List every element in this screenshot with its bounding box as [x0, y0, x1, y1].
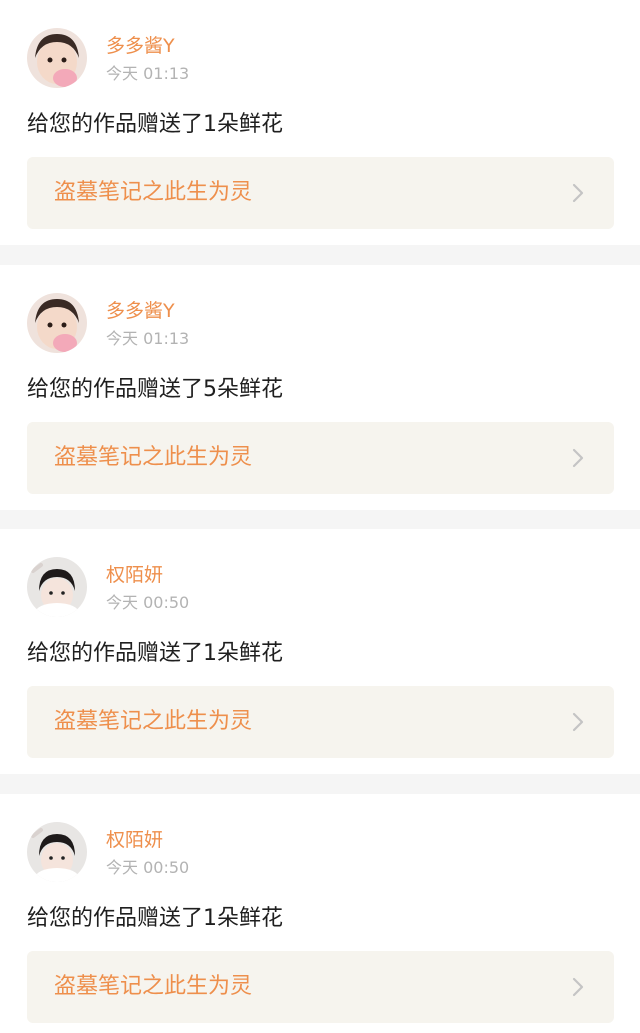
notification-card: 多多酱Y 今天 01:13 给您的作品赠送了5朵鲜花 盗墓笔记之此生为灵 [0, 265, 640, 510]
timestamp: 今天 01:13 [106, 329, 190, 348]
work-title: 盗墓笔记之此生为灵 [54, 180, 253, 205]
timestamp: 今天 01:13 [106, 64, 190, 83]
username[interactable]: 多多酱Y [106, 35, 175, 57]
work-title: 盗墓笔记之此生为灵 [54, 709, 253, 734]
work-title: 盗墓笔记之此生为灵 [54, 445, 253, 470]
avatar[interactable] [27, 557, 87, 617]
chevron-right-icon [568, 712, 588, 732]
notification-feed: 多多酱Y 今天 01:13 给您的作品赠送了1朵鲜花 盗墓笔记之此生为灵 多多酱… [0, 0, 640, 1033]
timestamp: 今天 00:50 [106, 593, 190, 612]
username[interactable]: 权陌妍 [106, 829, 163, 851]
avatar-photo [27, 557, 87, 617]
work-title: 盗墓笔记之此生为灵 [54, 974, 253, 999]
avatar[interactable] [27, 293, 87, 353]
work-link[interactable]: 盗墓笔记之此生为灵 [27, 157, 614, 229]
username[interactable]: 多多酱Y [106, 300, 175, 322]
avatar[interactable] [27, 822, 87, 882]
work-link[interactable]: 盗墓笔记之此生为灵 [27, 422, 614, 494]
gift-message: 给您的作品赠送了1朵鲜花 [27, 112, 283, 137]
chevron-right-icon [568, 977, 588, 997]
notification-card: 权陌妍 今天 00:50 给您的作品赠送了1朵鲜花 盗墓笔记之此生为灵 [0, 794, 640, 1033]
gift-message: 给您的作品赠送了1朵鲜花 [27, 906, 283, 931]
chevron-right-icon [568, 448, 588, 468]
avatar-photo [27, 822, 87, 882]
chevron-right-icon [568, 183, 588, 203]
timestamp: 今天 00:50 [106, 858, 190, 877]
gift-message: 给您的作品赠送了1朵鲜花 [27, 641, 283, 666]
avatar-photo [27, 293, 87, 353]
work-link[interactable]: 盗墓笔记之此生为灵 [27, 686, 614, 758]
gift-message: 给您的作品赠送了5朵鲜花 [27, 377, 283, 402]
avatar-photo [27, 28, 87, 88]
notification-card: 多多酱Y 今天 01:13 给您的作品赠送了1朵鲜花 盗墓笔记之此生为灵 [0, 0, 640, 245]
notification-card: 权陌妍 今天 00:50 给您的作品赠送了1朵鲜花 盗墓笔记之此生为灵 [0, 529, 640, 774]
work-link[interactable]: 盗墓笔记之此生为灵 [27, 951, 614, 1023]
avatar[interactable] [27, 28, 87, 88]
username[interactable]: 权陌妍 [106, 564, 163, 586]
